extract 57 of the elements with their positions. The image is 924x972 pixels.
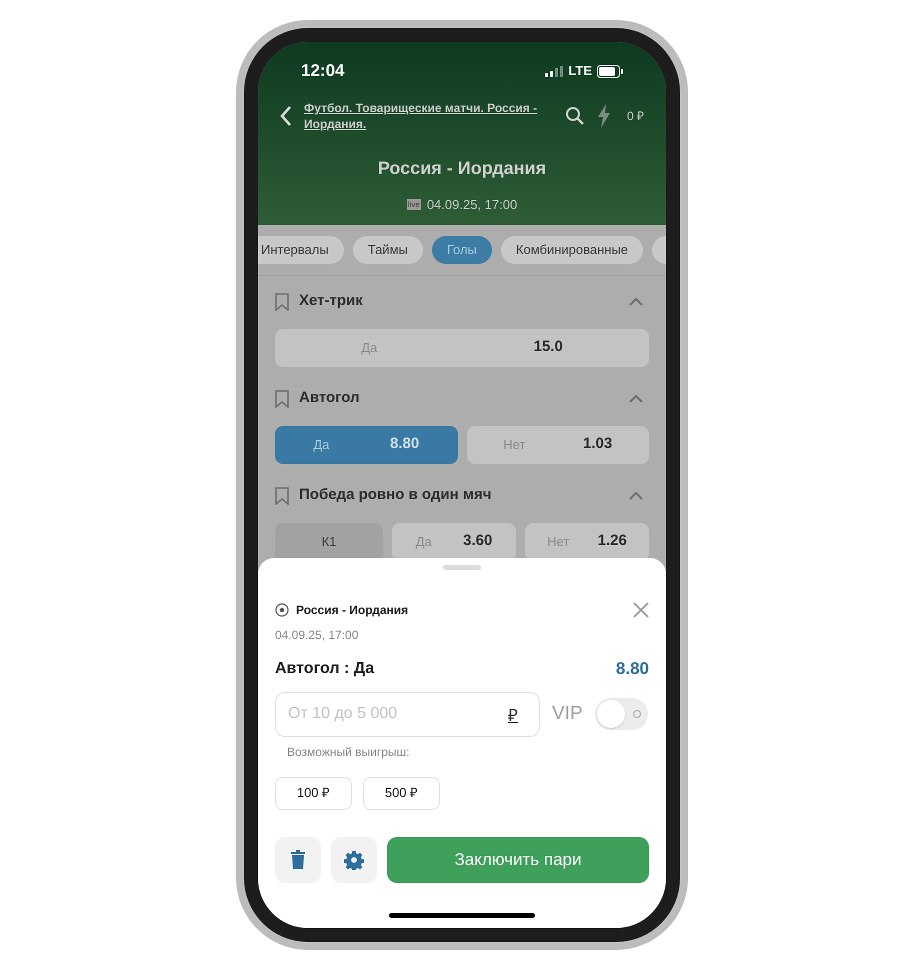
trash-icon [291, 850, 305, 869]
odds-button[interactable]: Да 3.60 [392, 522, 516, 560]
bookmark-icon[interactable] [275, 292, 289, 310]
quick-amount-button[interactable]: 500 ₽ [363, 776, 440, 810]
currency-sign: ₽ [508, 704, 518, 726]
tab[interactable]: Комбинированные [500, 236, 644, 264]
outcome-label: Нет [503, 436, 526, 454]
chevron-up-icon[interactable] [629, 297, 643, 306]
odds-button[interactable]: Да 8.80 [275, 426, 458, 464]
tab[interactable]: Интервалы [258, 236, 344, 264]
bookmark-icon[interactable] [275, 486, 289, 504]
bookmark-icon[interactable] [275, 390, 289, 408]
market-title: Победа ровно в один мяч [299, 485, 492, 506]
market-title: Автогол [299, 388, 361, 408]
search-icon[interactable] [564, 106, 585, 126]
tab[interactable]: Таймы [352, 236, 423, 264]
outcome-label: Да [361, 338, 378, 357]
chevron-up-icon[interactable] [629, 394, 643, 403]
selection-odds: 8.80 [616, 658, 649, 680]
settings-icon [344, 850, 364, 870]
chevron-up-icon[interactable] [629, 491, 643, 500]
network-type: LTE [568, 62, 592, 80]
match-name: Россия - Иордания [296, 602, 410, 619]
odds-value: 8.80 [390, 434, 420, 454]
lightning-icon[interactable] [596, 104, 611, 128]
possible-win-label: Возможный выигрыш: [286, 744, 410, 760]
odds-button[interactable]: Да 15.0 [275, 328, 649, 366]
market-title: Хет-трик [299, 291, 364, 312]
delete-button[interactable] [275, 836, 321, 882]
outcome-label: Нет [547, 532, 570, 551]
odds-value: 3.60 [463, 531, 492, 552]
outcome-label: К1 [275, 522, 383, 560]
odds-value: 15.0 [534, 337, 563, 358]
live-badge: live [406, 199, 421, 210]
outcome-label: Да [416, 532, 432, 551]
sheet-handle[interactable] [443, 565, 481, 570]
match-datetime: 04.09.25, 17:00 [275, 627, 360, 644]
odds-button[interactable]: Нет 1.03 [466, 426, 649, 464]
clock: 12:04 [301, 60, 344, 82]
battery-icon [597, 64, 623, 78]
odds-value: 1.03 [583, 434, 612, 454]
close-icon[interactable] [633, 602, 649, 618]
match-datetime: 04.09.25, 17:00 [426, 196, 518, 214]
odds-value: 1.26 [598, 531, 627, 552]
breadcrumb-link[interactable]: Футбол. Товарищеские матчи. Россия - Иордания. [304, 100, 553, 132]
vip-toggle[interactable] [594, 698, 648, 730]
quick-amount-button[interactable]: 100 ₽ [275, 776, 352, 810]
match-title: Россия - Иордания [376, 157, 548, 180]
settings-button[interactable] [331, 836, 377, 882]
outcome-label: Да [313, 436, 330, 454]
back-icon[interactable] [280, 105, 292, 127]
signal-icon [545, 66, 564, 76]
soccer-ball-icon [275, 603, 289, 617]
balance[interactable]: 0 ₽ [626, 107, 644, 125]
vip-label: VIP [552, 702, 583, 726]
odds-button[interactable]: Нет 1.26 [525, 522, 649, 560]
selection-name: Автогол : Да [275, 658, 374, 679]
